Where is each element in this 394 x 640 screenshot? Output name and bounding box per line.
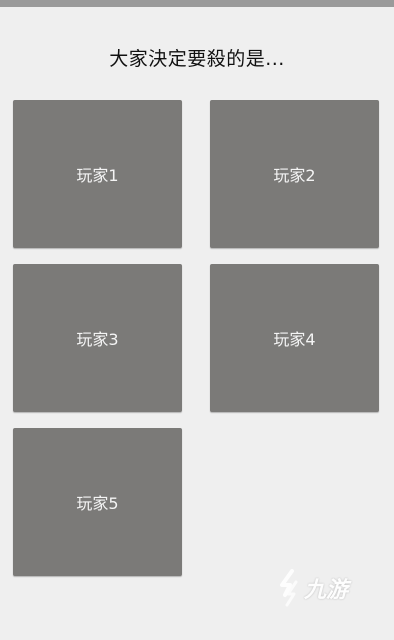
watermark-text: 九游 [304,577,349,603]
jiuyou-logo-icon [276,568,302,608]
player-card-4[interactable]: 玩家4 [210,264,379,412]
player-card-3[interactable]: 玩家3 [13,264,182,412]
player-card-2[interactable]: 玩家2 [210,100,379,248]
player-card-label: 玩家1 [76,166,119,185]
player-card-1[interactable]: 玩家1 [13,100,182,248]
player-card-label: 玩家5 [76,494,119,513]
player-card-label: 玩家4 [273,330,316,349]
page-title: 大家決定要殺的是... [109,48,285,70]
status-bar [0,0,394,7]
player-card-5[interactable]: 玩家5 [13,428,182,576]
player-card-label: 玩家3 [76,330,119,349]
player-card-label: 玩家2 [273,166,316,185]
watermark: 九游 [276,568,348,608]
